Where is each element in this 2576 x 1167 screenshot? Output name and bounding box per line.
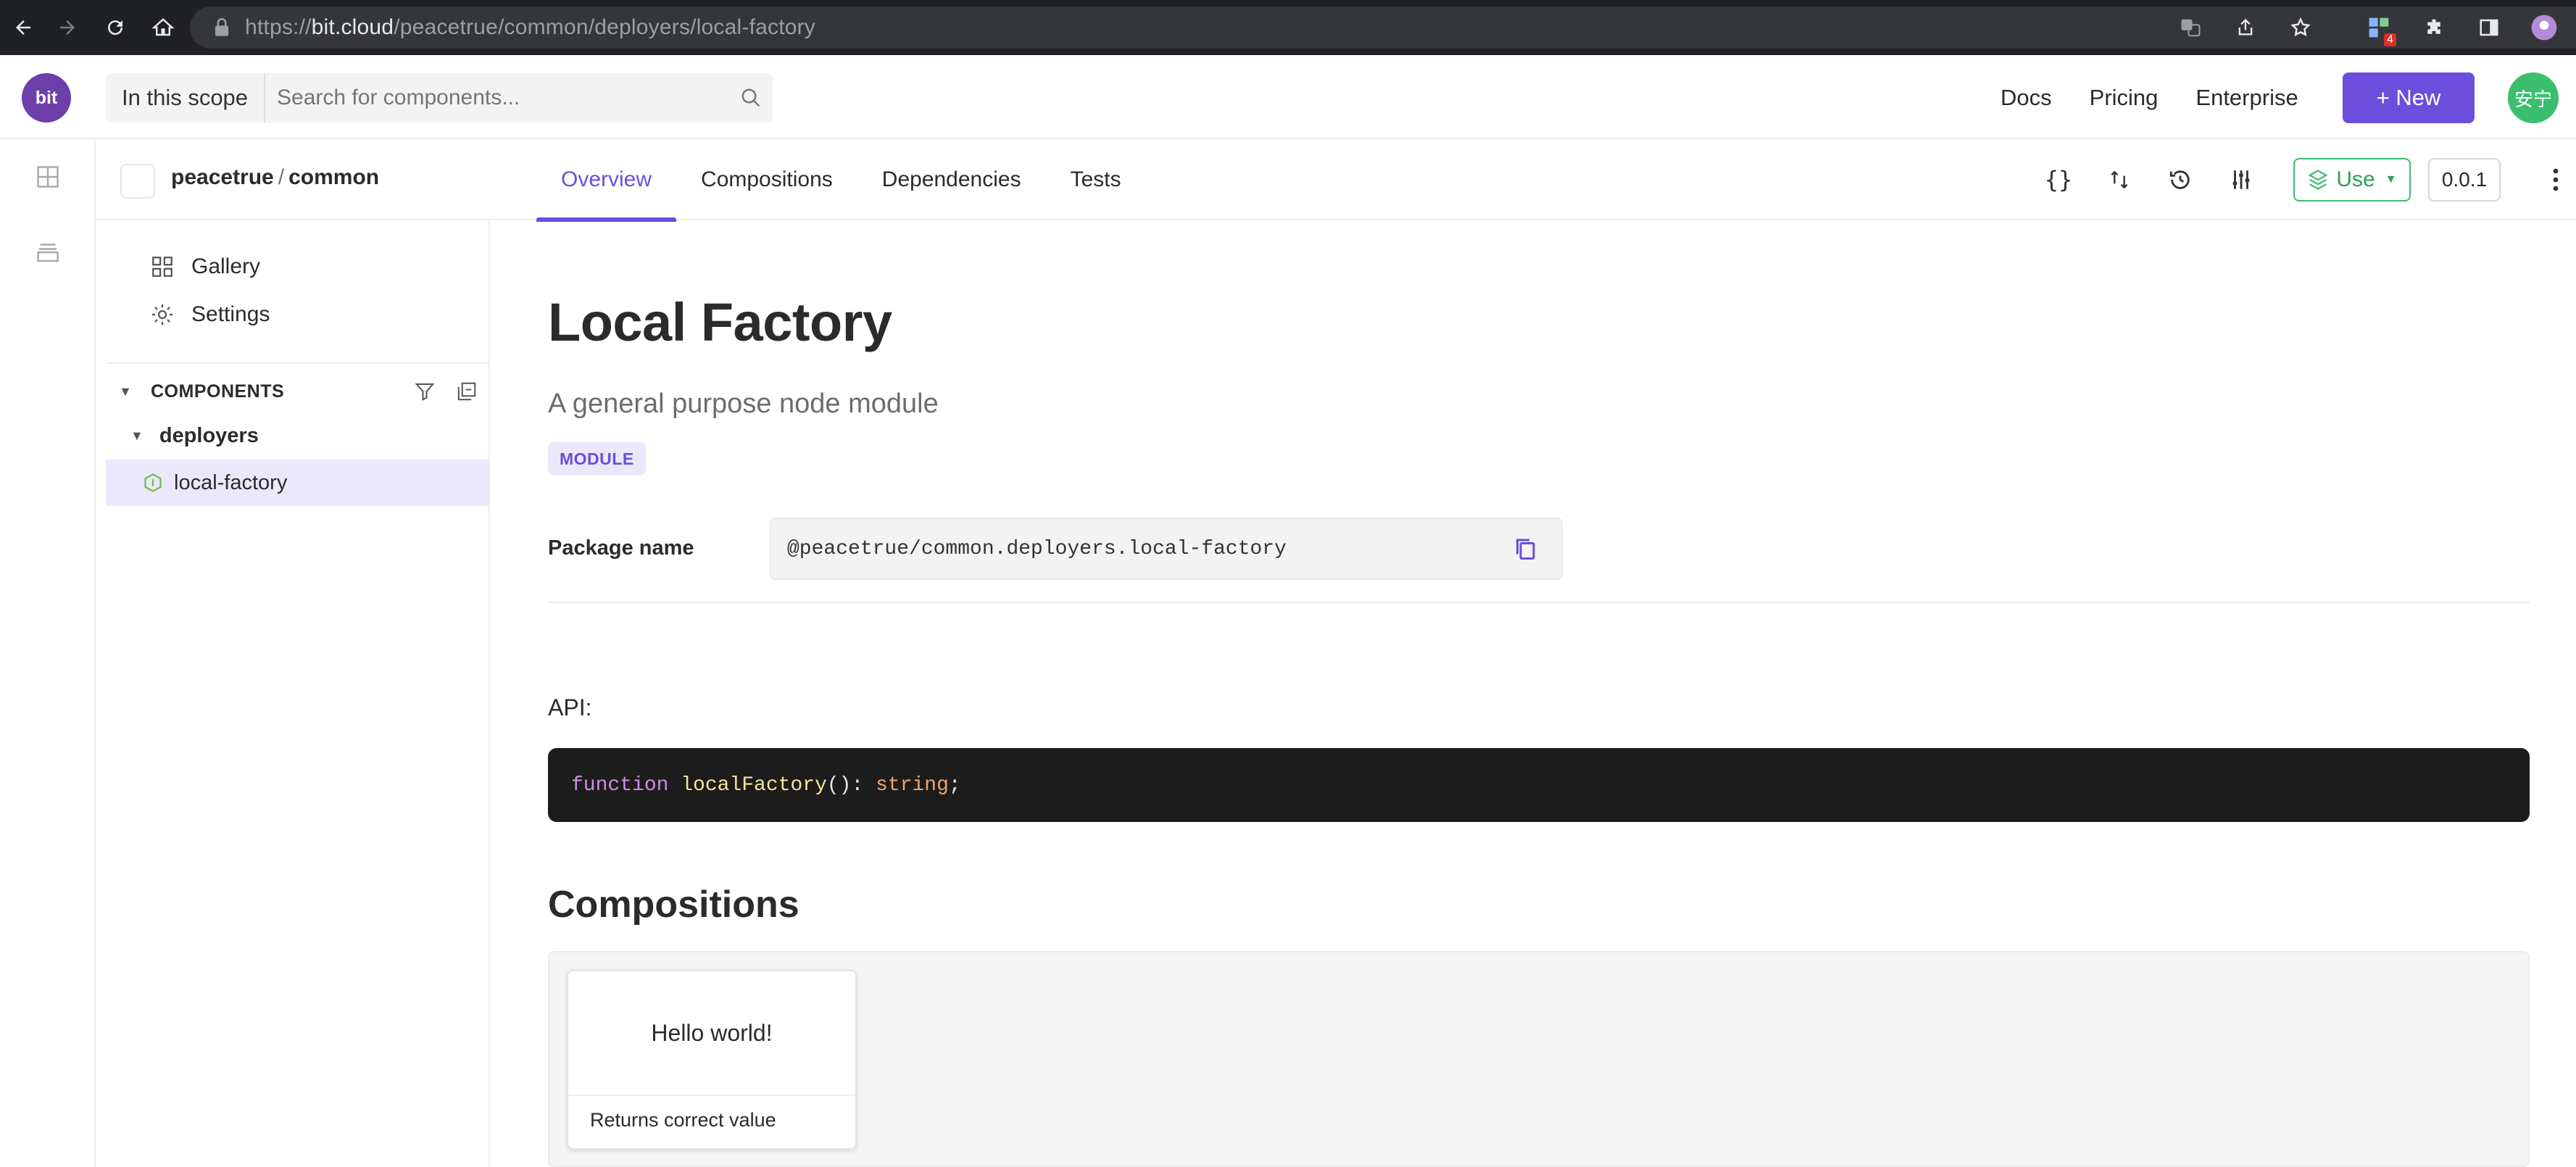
extension-badge-icon[interactable]: 4 xyxy=(2359,7,2399,48)
package-icon xyxy=(2307,169,2329,191)
pricing-link[interactable]: Pricing xyxy=(2090,85,2159,111)
new-button[interactable]: + New xyxy=(2343,72,2475,123)
sidebar-item-settings[interactable]: Settings xyxy=(148,293,270,336)
bookmark-star-icon[interactable] xyxy=(2280,7,2321,48)
bit-logo[interactable]: bit xyxy=(22,73,71,122)
sidebar-divider xyxy=(106,362,489,364)
tab-dependencies[interactable]: Dependencies xyxy=(857,139,1046,220)
back-icon[interactable] xyxy=(3,0,43,55)
left-rail xyxy=(0,139,96,1167)
component-header: peacetrue / common Overview Compositions D… xyxy=(96,139,2576,222)
use-button[interactable]: Use ▼ xyxy=(2293,158,2411,202)
extension-badge-count: 4 xyxy=(2384,33,2396,46)
share-icon[interactable] xyxy=(2225,7,2266,48)
sidebar-item-gallery[interactable]: Gallery xyxy=(148,245,260,288)
scope-icon xyxy=(120,164,155,199)
components-section-header[interactable]: ▼ COMPONENTS xyxy=(119,370,481,413)
api-label: API: xyxy=(548,694,592,720)
package-name-label: Package name xyxy=(548,536,694,560)
app-header: bit In this scope Docs Pricing Enterpris… xyxy=(0,55,2576,139)
url-text: https://bit.cloud/peacetrue/common/deplo… xyxy=(245,15,816,39)
sidebar: Gallery Settings ▼ COMPONENTS ▼ deployer… xyxy=(106,220,490,1167)
composition-caption: Returns correct value xyxy=(590,1109,776,1131)
compositions-gallery: Hello world! Returns correct value xyxy=(548,951,2530,1167)
compare-icon[interactable] xyxy=(2099,159,2140,200)
docs-link[interactable]: Docs xyxy=(2000,85,2052,111)
composition-preview: Hello world! xyxy=(568,971,855,1096)
enterprise-link[interactable]: Enterprise xyxy=(2195,85,2298,111)
code-type: string xyxy=(876,773,949,797)
browser-toolbar: https://bit.cloud/peacetrue/common/deplo… xyxy=(0,0,2576,55)
api-code-block: function localFactory (): string; xyxy=(548,748,2530,822)
module-badge: MODULE xyxy=(548,442,646,475)
components-label: COMPONENTS xyxy=(151,381,285,402)
tab-tests[interactable]: Tests xyxy=(1046,139,1146,220)
code-function-name: localFactory xyxy=(681,773,827,797)
history-icon[interactable] xyxy=(2160,159,2201,200)
reload-icon[interactable] xyxy=(91,0,139,55)
stack-icon[interactable] xyxy=(29,233,67,271)
top-nav: Docs Pricing Enterprise xyxy=(2000,73,2336,122)
tree-item-local-factory[interactable]: local-factory xyxy=(106,460,489,506)
tree-item-label: local-factory xyxy=(174,470,288,494)
more-options-icon[interactable] xyxy=(2535,159,2576,200)
dropdown-caret-icon: ▼ xyxy=(2385,173,2397,186)
puzzle-icon[interactable] xyxy=(2414,7,2454,48)
folder-caret-icon: ▼ xyxy=(130,428,144,443)
collapse-all-icon[interactable] xyxy=(452,377,481,406)
component-description: A general purpose node module xyxy=(548,389,939,419)
scope-breadcrumb[interactable]: peacetrue / common xyxy=(171,165,379,190)
translate-icon[interactable] xyxy=(2170,7,2211,48)
side-panel-icon[interactable] xyxy=(2469,7,2509,48)
component-tools: {} xyxy=(2038,159,2282,200)
package-name-box: @peacetrue/common.deployers.local-factor… xyxy=(770,518,1563,580)
code-punctuation: (): xyxy=(826,773,876,797)
grid-icon[interactable] xyxy=(29,158,67,196)
code-end: ; xyxy=(948,773,961,797)
component-tabs: Overview Compositions Dependencies Tests xyxy=(536,139,1146,222)
user-avatar[interactable]: 安宁 xyxy=(2508,72,2559,123)
collapse-caret-icon: ▼ xyxy=(119,383,133,399)
gallery-grid-icon xyxy=(148,252,177,281)
copy-icon[interactable] xyxy=(1503,527,1547,570)
overview-content: Local Factory A general purpose node mod… xyxy=(548,220,2534,1167)
code-braces-icon[interactable]: {} xyxy=(2038,159,2079,200)
search-icon[interactable] xyxy=(729,73,773,122)
sidebar-item-label: Gallery xyxy=(191,254,261,278)
component-title: Local Factory xyxy=(548,292,892,352)
profile-avatar-icon[interactable] xyxy=(2524,7,2564,48)
folder-label: deployers xyxy=(159,423,259,447)
address-bar[interactable]: https://bit.cloud/peacetrue/common/deplo… xyxy=(190,7,2576,49)
code-keyword: function xyxy=(571,773,669,797)
version-selector[interactable]: 0.0.1 xyxy=(2428,158,2501,202)
nodejs-icon xyxy=(141,470,165,495)
forward-icon[interactable] xyxy=(43,0,91,55)
sidebar-item-label: Settings xyxy=(191,302,270,326)
sliders-icon[interactable] xyxy=(2221,159,2261,200)
scope-filter[interactable]: In this scope xyxy=(106,73,266,122)
section-divider xyxy=(548,602,2530,603)
search-bar[interactable]: In this scope xyxy=(106,73,773,122)
use-label: Use xyxy=(2336,167,2375,191)
tab-overview[interactable]: Overview xyxy=(536,139,677,222)
compositions-heading: Compositions xyxy=(548,884,799,926)
home-icon[interactable] xyxy=(139,0,187,55)
composition-card[interactable]: Hello world! Returns correct value xyxy=(567,970,857,1150)
package-name-value[interactable]: @peacetrue/common.deployers.local-factor… xyxy=(787,538,1503,560)
gear-icon xyxy=(148,300,177,329)
search-input[interactable] xyxy=(265,73,729,122)
tab-compositions[interactable]: Compositions xyxy=(676,139,857,220)
filter-icon[interactable] xyxy=(410,377,439,406)
tree-folder-deployers[interactable]: ▼ deployers xyxy=(130,413,259,458)
lock-icon[interactable] xyxy=(209,14,235,41)
